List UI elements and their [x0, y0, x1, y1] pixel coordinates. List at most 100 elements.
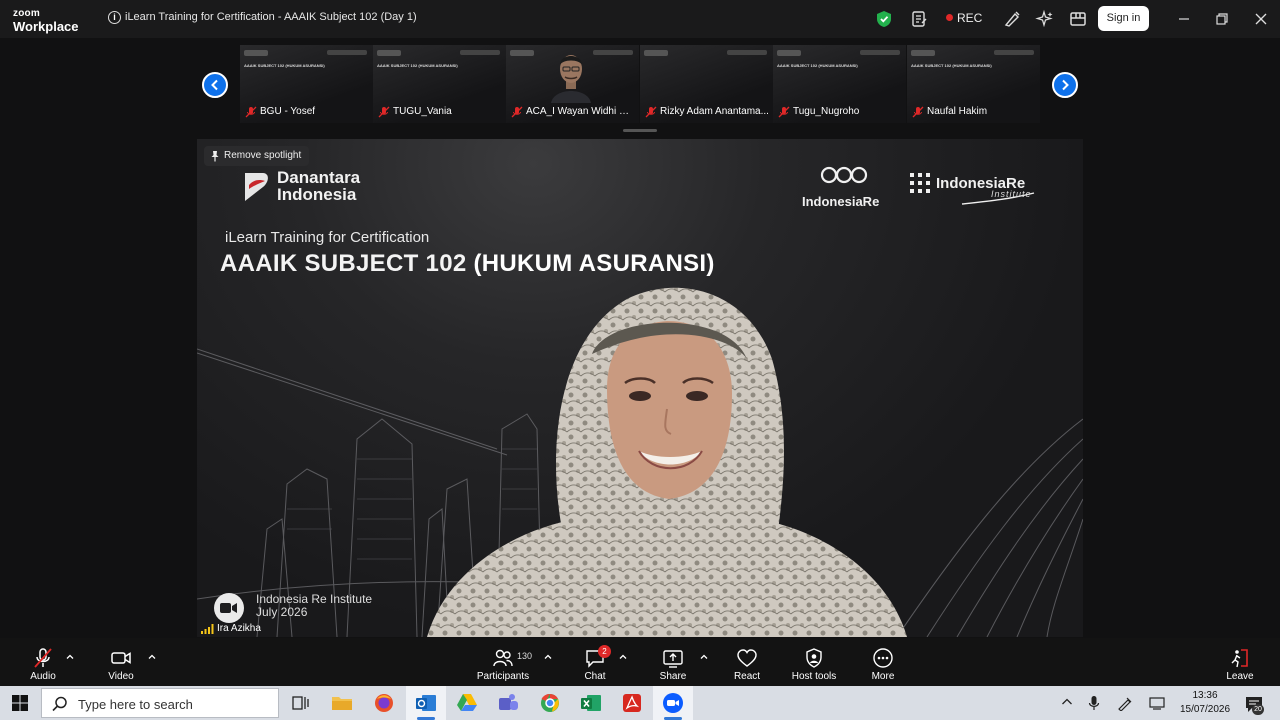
teams-icon[interactable]	[496, 691, 520, 715]
close-icon[interactable]	[1250, 8, 1272, 30]
participants-label: Participants	[476, 671, 530, 682]
share-button[interactable]: Share	[653, 638, 693, 686]
audio-label: Audio	[30, 671, 56, 682]
mini-logo	[460, 50, 500, 55]
ai-sparkle-icon[interactable]	[1035, 9, 1055, 29]
participant-name: ACA_I Wayan Widhi Di...	[526, 106, 636, 117]
host-shield-icon	[806, 648, 822, 668]
danantara-logo-icon	[245, 173, 268, 201]
leave-button[interactable]: Leave	[1220, 638, 1260, 686]
mini-logo	[860, 50, 900, 55]
sign-in-button[interactable]: Sign in	[1098, 6, 1149, 31]
clock-date: 15/07/2026	[1179, 704, 1231, 715]
muted-mic-icon	[34, 648, 52, 668]
mini-logo	[911, 50, 935, 56]
zoom-app-icon[interactable]	[661, 691, 685, 715]
mini-logo	[593, 50, 633, 55]
file-explorer-icon[interactable]	[330, 691, 354, 715]
speaker-name: Ira Azikha	[217, 623, 261, 634]
pen-tray-icon[interactable]	[1117, 695, 1133, 711]
windows-taskbar: Type here to search 13:36 15/07/2026 20	[0, 686, 1280, 720]
remove-spotlight-button[interactable]: Remove spotlight	[204, 146, 310, 166]
chat-button[interactable]: Chat	[575, 638, 615, 686]
chevron-up-icon[interactable]	[699, 652, 709, 662]
more-button[interactable]: More	[863, 638, 903, 686]
participant-tile[interactable]: AAAIK SUBJECT 102 (HUKUM ASURANSI) BGU -…	[240, 45, 373, 123]
danantara-logo-text: Danantara Indonesia	[277, 169, 360, 203]
rec-label: REC	[957, 11, 983, 25]
microphone-tray-icon[interactable]	[1087, 695, 1101, 711]
participant-name: Tugu_Nugroho	[793, 106, 860, 117]
logo-line: Indonesia	[277, 185, 357, 204]
host-tools-button[interactable]: Host tools	[786, 638, 842, 686]
zoom-workplace-logo: zoom Workplace	[13, 9, 79, 34]
record-dot-icon	[946, 14, 953, 21]
clock-time: 13:36	[1192, 690, 1218, 701]
recording-indicator[interactable]: REC	[946, 11, 982, 25]
speaker-video-person	[427, 287, 907, 637]
muted-mic-icon	[378, 106, 390, 118]
participant-tile[interactable]: ACA_I Wayan Widhi Di...	[506, 45, 639, 123]
video-button[interactable]: Video	[96, 638, 146, 686]
windows-start-icon[interactable]	[12, 695, 28, 711]
camera-icon	[214, 593, 244, 623]
apps-grid-icon[interactable]	[1068, 9, 1088, 29]
meeting-info-icon[interactable]: i	[108, 11, 121, 24]
chevron-up-icon[interactable]	[543, 652, 553, 662]
react-button[interactable]: React	[727, 638, 767, 686]
more-label: More	[871, 671, 895, 682]
mini-slide-title: AAAIK SUBJECT 102 (HUKUM ASURANSI)	[377, 63, 458, 68]
remove-spotlight-label: Remove spotlight	[224, 150, 302, 161]
slide-subtitle: iLearn Training for Certification	[225, 229, 430, 246]
filmstrip-resize-handle[interactable]	[623, 129, 657, 132]
participants-button[interactable]: Participants	[473, 638, 533, 686]
search-icon	[52, 696, 67, 712]
mini-logo	[510, 50, 534, 56]
taskbar-search-input[interactable]: Type here to search	[41, 688, 279, 718]
meeting-title: iLearn Training for Certification - AAAI…	[125, 11, 417, 23]
chevron-up-icon[interactable]	[147, 652, 157, 662]
participant-tile[interactable]: AAAIK SUBJECT 102 (HUKUM ASURANSI) TUGU_…	[373, 45, 506, 123]
google-drive-icon[interactable]	[455, 691, 479, 715]
slide-title-part: AAAIK SUBJECT 102	[220, 250, 474, 277]
chevron-up-icon[interactable]	[1060, 695, 1074, 709]
mini-slide-title: AAAIK SUBJECT 102 (HUKUM ASURANSI)	[777, 63, 858, 68]
chevron-up-icon[interactable]	[618, 652, 628, 662]
leave-door-icon	[1231, 649, 1248, 668]
annotate-icon[interactable]	[1002, 9, 1022, 29]
mini-logo	[727, 50, 767, 55]
participants-count: 130	[517, 651, 533, 661]
taskbar-clock[interactable]: 13:36 15/07/2026	[1172, 689, 1238, 717]
filmstrip-prev-button[interactable]	[202, 72, 228, 98]
chevron-up-icon[interactable]	[65, 652, 75, 662]
firefox-icon[interactable]	[372, 691, 396, 715]
search-placeholder: Type here to search	[78, 697, 193, 712]
participant-name: BGU - Yosef	[260, 106, 316, 117]
slide-title-part: (HUKUM ASURANSI)	[473, 250, 715, 277]
outlook-icon[interactable]	[414, 691, 438, 715]
shield-icon[interactable]	[874, 9, 894, 29]
heart-icon	[737, 649, 757, 667]
muted-mic-icon	[645, 106, 657, 118]
task-view-icon[interactable]	[288, 691, 312, 715]
slide-title: AAAIK SUBJECT 102 (HUKUM ASURANSI)	[220, 250, 715, 278]
slide-footer: Indonesia Re Institute July 2026	[256, 593, 372, 619]
network-tray-icon[interactable]	[1149, 695, 1165, 711]
leave-label: Leave	[1226, 671, 1254, 682]
excel-icon[interactable]	[579, 691, 603, 715]
minimize-icon[interactable]	[1173, 8, 1195, 30]
restore-icon[interactable]	[1211, 8, 1233, 30]
spotlight-video[interactable]: Remove spotlight Danantara Indonesia iLe…	[197, 139, 1083, 637]
filmstrip-next-button[interactable]	[1052, 72, 1078, 98]
pin-icon	[211, 151, 219, 162]
participant-tile[interactable]: AAAIK SUBJECT 102 (HUKUM ASURANSI) Naufa…	[907, 45, 1040, 123]
footer-line: July 2026	[256, 605, 308, 619]
video-camera-icon	[111, 652, 131, 664]
participant-tile[interactable]: AAAIK SUBJECT 102 (HUKUM ASURANSI) Tugu_…	[773, 45, 906, 123]
notes-icon[interactable]	[909, 9, 929, 29]
chrome-icon[interactable]	[538, 691, 562, 715]
participant-tile[interactable]: Rizky Adam Anantama...	[640, 45, 773, 123]
acrobat-icon[interactable]	[620, 691, 644, 715]
audio-button[interactable]: Audio	[18, 638, 68, 686]
share-label: Share	[659, 671, 687, 682]
